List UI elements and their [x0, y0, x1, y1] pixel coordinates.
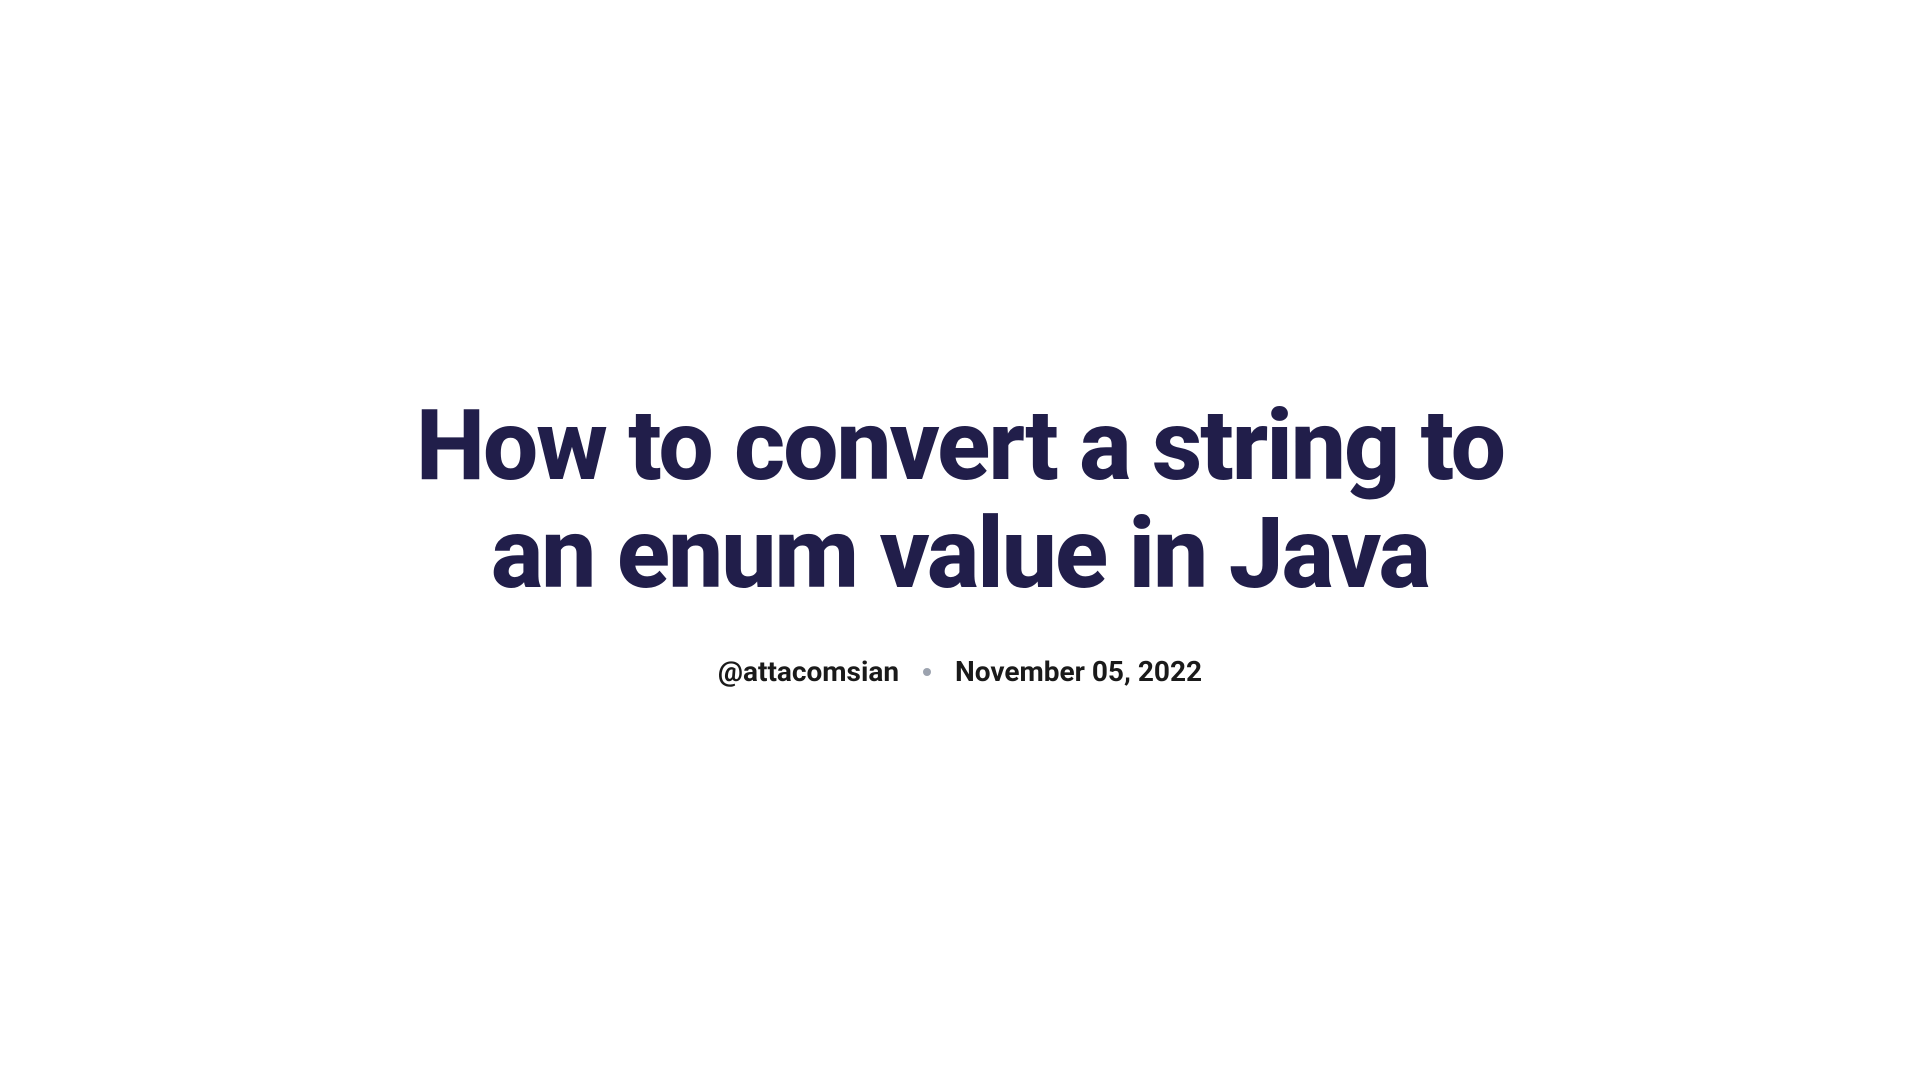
article-author[interactable]: @attacomsian [718, 655, 899, 688]
article-title: How to convert a string to an enum value… [400, 392, 1520, 608]
meta-separator-icon [923, 668, 931, 676]
article-date: November 05, 2022 [955, 655, 1202, 688]
article-header: How to convert a string to an enum value… [360, 392, 1560, 689]
article-meta: @attacomsian November 05, 2022 [400, 655, 1520, 688]
